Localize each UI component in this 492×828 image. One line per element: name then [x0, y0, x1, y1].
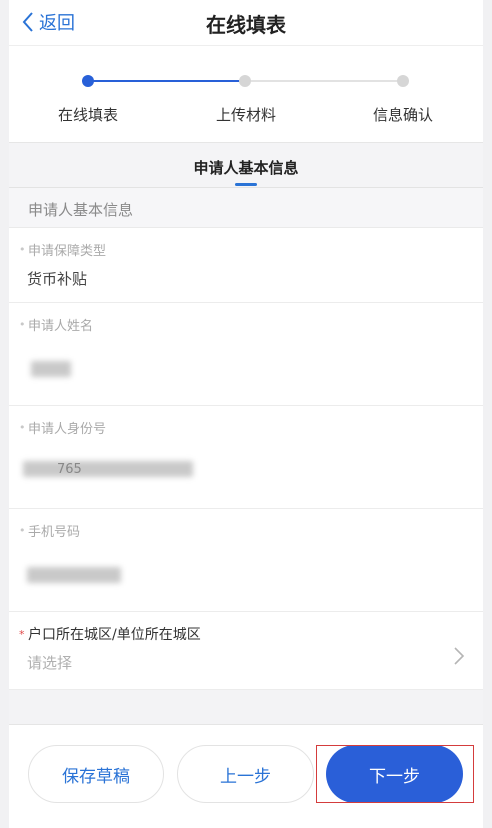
field-district-select[interactable]: * 户口所在城区/单位所在城区 请选择 — [9, 612, 483, 690]
field-value: 货币补贴 — [27, 270, 88, 288]
prev-step-button[interactable]: 上一步 — [177, 745, 314, 803]
highlight-box — [316, 745, 474, 803]
bullet-marker: • — [19, 524, 26, 537]
bullet-marker: • — [19, 318, 26, 331]
step-connector-1 — [93, 80, 244, 82]
tab-bar: 申请人基本信息 — [9, 142, 483, 188]
page-title: 在线填表 — [206, 13, 286, 37]
redacted-value — [27, 567, 121, 583]
tab-applicant-info[interactable]: 申请人基本信息 — [9, 157, 483, 178]
partial-value: 765 — [57, 462, 82, 477]
field-guarantee-type[interactable]: • 申请保障类型 货币补贴 — [9, 228, 483, 303]
field-label: 户口所在城区/单位所在城区 — [28, 627, 201, 643]
nav-header: 返回 在线填表 — [9, 0, 483, 46]
step-connector-2 — [251, 80, 403, 82]
step-dot-3 — [397, 75, 409, 87]
select-placeholder: 请选择 — [27, 654, 73, 672]
section-header: 申请人基本信息 — [9, 188, 483, 228]
chevron-right-icon — [454, 647, 465, 665]
field-applicant-name[interactable]: • 申请人姓名 — [9, 303, 483, 406]
bullet-marker: • — [19, 421, 26, 434]
section-title: 申请人基本信息 — [28, 201, 134, 219]
field-label: 申请人姓名 — [28, 319, 94, 334]
field-label: 申请保障类型 — [28, 244, 107, 259]
step-label-1: 在线填表 — [58, 106, 119, 124]
save-draft-button[interactable]: 保存草稿 — [28, 745, 164, 803]
step-label-3: 信息确认 — [373, 106, 434, 124]
field-label: 手机号码 — [28, 525, 81, 540]
tab-indicator — [235, 183, 257, 186]
field-phone[interactable]: • 手机号码 — [9, 509, 483, 612]
field-applicant-id[interactable]: • 申请人身份号 765 — [9, 406, 483, 509]
redacted-value — [31, 361, 71, 377]
field-label: 申请人身份号 — [28, 422, 107, 437]
step-dot-1 — [82, 75, 94, 87]
bullet-marker: • — [19, 243, 26, 256]
required-marker: * — [19, 628, 25, 641]
step-label-2: 上传材料 — [216, 106, 277, 124]
progress-stepper: 在线填表 上传材料 信息确认 — [9, 46, 483, 142]
redacted-value — [23, 461, 193, 477]
step-dot-2 — [239, 75, 251, 87]
